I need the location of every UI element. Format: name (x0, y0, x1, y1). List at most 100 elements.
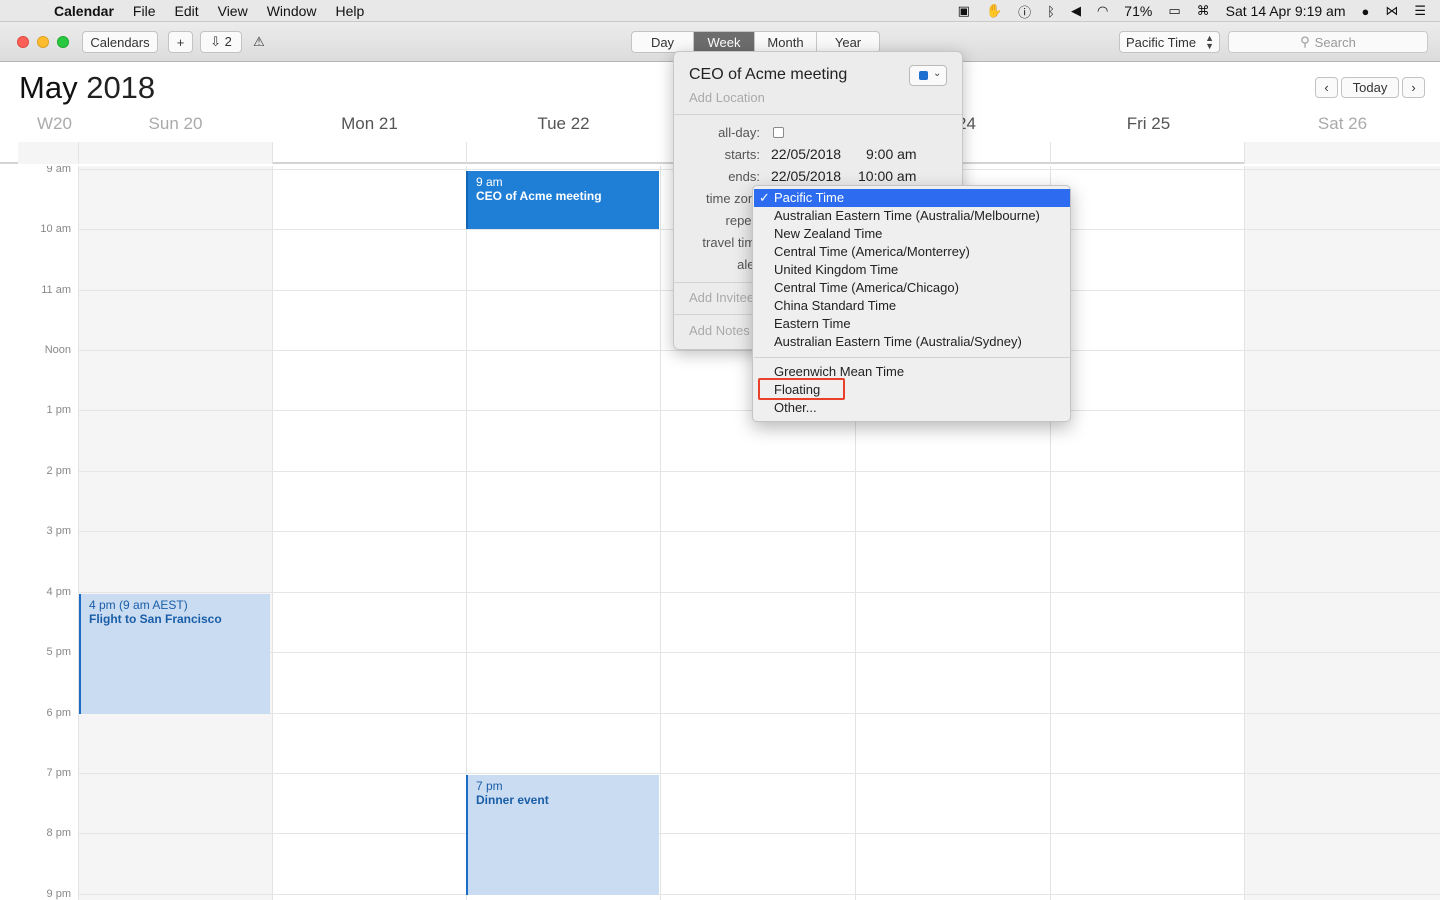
menu-edit[interactable]: Edit (174, 3, 198, 19)
hour-line (78, 592, 1440, 593)
timezone-option-chicago[interactable]: Central Time (America/Chicago) (754, 279, 1070, 297)
allday-cell-sat[interactable] (1244, 142, 1440, 164)
menu-separator (754, 357, 1070, 358)
event-time: 9 am (476, 175, 503, 189)
allday-cell-tue[interactable] (466, 142, 660, 164)
search-field[interactable]: ⚲ Search (1228, 31, 1428, 53)
timezone-option-monterrey[interactable]: Central Time (America/Monterrey) (754, 243, 1070, 261)
menu-help[interactable]: Help (336, 3, 365, 19)
hour-line (78, 471, 1440, 472)
event-time: 4 pm (9 am AEST) (89, 598, 188, 612)
close-window-button[interactable] (17, 36, 29, 48)
view-switcher: Day Week Month Year (631, 31, 880, 53)
add-event-button[interactable]: + (168, 31, 193, 53)
timezone-option-gmt[interactable]: Greenwich Mean Time (754, 363, 1070, 381)
allday-cell-fri[interactable] (1050, 142, 1244, 164)
starts-label: starts: (724, 147, 760, 162)
warning-icon[interactable]: ⚠ (248, 31, 270, 53)
siri-icon[interactable]: ● (1361, 4, 1369, 19)
next-week-button[interactable]: › (1402, 77, 1425, 98)
add-notes-field[interactable]: Add Notes (689, 323, 750, 338)
tab-week[interactable]: Week (694, 32, 755, 52)
hour-line (78, 833, 1440, 834)
hour-line (78, 894, 1440, 895)
event-acme-meeting[interactable]: 9 am CEO of Acme meeting (466, 171, 659, 229)
tab-day[interactable]: Day (632, 32, 694, 52)
info-circle-icon[interactable]: ⓘ (1018, 2, 1031, 21)
zoom-window-button[interactable] (57, 36, 69, 48)
day-header-fri[interactable]: Fri 25 (1051, 114, 1246, 134)
volume-icon[interactable]: ◀ (1071, 3, 1081, 19)
event-title: CEO of Acme meeting (476, 189, 602, 203)
event-flight[interactable]: 4 pm (9 am AEST) Flight to San Francisco (79, 594, 270, 714)
menu-view[interactable]: View (218, 3, 248, 19)
today-button[interactable]: Today (1341, 77, 1399, 98)
timezone-option-other[interactable]: Other... (754, 399, 1070, 417)
minimize-window-button[interactable] (37, 36, 49, 48)
hour-line (78, 773, 1440, 774)
allday-checkbox[interactable] (773, 127, 784, 138)
timezone-option-pacific[interactable]: ✓ Pacific Time (754, 189, 1070, 207)
notification-list-icon[interactable]: ☰ (1414, 3, 1426, 19)
calendar-color-picker[interactable]: ⌄ (909, 65, 947, 86)
day-column-fri[interactable] (1050, 166, 1244, 900)
timezone-select-value: Pacific Time (1126, 34, 1197, 50)
calendars-button[interactable]: Calendars (82, 31, 158, 53)
timezone-option-uk[interactable]: United Kingdom Time (754, 261, 1070, 279)
hand-icon[interactable]: ✋ (986, 3, 1002, 19)
allday-field-label: all-day: (718, 125, 760, 140)
wifi-icon[interactable]: ◠ (1097, 3, 1108, 19)
day-column-mon[interactable] (272, 166, 466, 900)
bluetooth-icon[interactable]: ᛒ (1047, 4, 1055, 19)
add-location-field[interactable]: Add Location (689, 90, 765, 105)
timezone-dropdown-menu: ✓ Pacific Time Australian Eastern Time (… (752, 185, 1071, 422)
time-label-9pm: 9 pm (46, 888, 71, 900)
popover-event-title[interactable]: CEO of Acme meeting (689, 66, 847, 84)
ends-label: ends: (728, 169, 760, 184)
menu-app-name[interactable]: Calendar (54, 3, 114, 19)
hour-line (78, 652, 1440, 653)
time-label-7pm: 7 pm (46, 767, 71, 779)
tab-month[interactable]: Month (755, 32, 817, 52)
allday-cell-mon[interactable] (272, 142, 466, 164)
time-label-4pm: 4 pm (46, 586, 71, 598)
timezone-option-floating[interactable]: Floating (754, 381, 1070, 399)
menubar-clock[interactable]: Sat 14 Apr 9:19 am (1226, 3, 1346, 19)
timezone-select[interactable]: Pacific Time ▲ ▼ (1119, 31, 1220, 53)
week-number: W20 (37, 114, 72, 133)
day-header-tue[interactable]: Tue 22 (466, 114, 661, 134)
menu-window[interactable]: Window (267, 3, 317, 19)
inbox-button[interactable]: ⇩ 2 (200, 31, 242, 53)
updown-chevron-icon: ▲ ▼ (1205, 33, 1214, 51)
battery-percent[interactable]: 71% (1124, 3, 1152, 19)
checkmark-icon: ✓ (759, 190, 770, 205)
day-column-sat[interactable] (1244, 166, 1440, 900)
starts-time-field[interactable]: 9:00 am (866, 146, 917, 162)
event-dinner[interactable]: 7 pm Dinner event (466, 775, 659, 895)
keyboard-input-icon[interactable]: ▣ (958, 3, 970, 19)
menu-file[interactable]: File (133, 3, 156, 19)
ends-time-field[interactable]: 10:00 am (858, 168, 916, 184)
bowtie-icon[interactable]: ⋈ (1385, 3, 1398, 19)
day-header-mon[interactable]: Mon 21 (272, 114, 467, 134)
timezone-option-sydney[interactable]: Australian Eastern Time (Australia/Sydne… (754, 333, 1070, 351)
allday-cell-sun[interactable] (78, 142, 272, 164)
timezone-option-china[interactable]: China Standard Time (754, 297, 1070, 315)
day-header-sat[interactable]: Sat 26 (1245, 114, 1440, 134)
day-column-sun[interactable] (78, 166, 272, 900)
timezone-option-melbourne[interactable]: Australian Eastern Time (Australia/Melbo… (754, 207, 1070, 225)
timezone-option-new-zealand[interactable]: New Zealand Time (754, 225, 1070, 243)
time-label-noon: Noon (44, 344, 71, 356)
add-invitees-field[interactable]: Add Invitees (689, 290, 761, 305)
hour-line (78, 531, 1440, 532)
window-controls (17, 36, 69, 48)
ends-date-field[interactable]: 22/05/2018 (771, 168, 841, 184)
day-header-sun[interactable]: Sun 20 (78, 114, 273, 134)
tab-year[interactable]: Year (817, 32, 879, 52)
previous-week-button[interactable]: ‹ (1315, 77, 1338, 98)
search-icon: ⚲ (1300, 34, 1310, 49)
timezone-option-eastern[interactable]: Eastern Time (754, 315, 1070, 333)
starts-date-field[interactable]: 22/05/2018 (771, 146, 841, 162)
time-label-8pm: 8 pm (46, 827, 71, 839)
flag-icon[interactable]: ⌘ (1197, 3, 1210, 19)
